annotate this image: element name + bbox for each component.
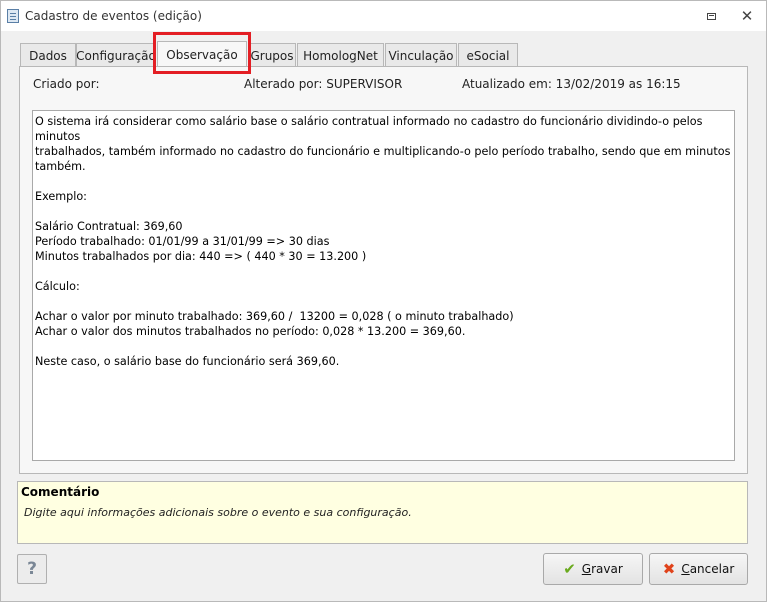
cancel-button[interactable]: ✖ Cancelar bbox=[649, 553, 748, 585]
created-by-label: Criado por: bbox=[33, 77, 100, 91]
observation-line: Exemplo: bbox=[35, 190, 87, 203]
restore-icon bbox=[706, 13, 716, 20]
cancel-x-icon: ✖ bbox=[662, 560, 676, 578]
tab-homolognet[interactable]: HomologNet bbox=[297, 43, 384, 67]
comment-title: Comentário bbox=[21, 485, 100, 499]
tab-observacao[interactable]: Observação bbox=[157, 41, 247, 68]
observation-line: Cálculo: bbox=[35, 280, 80, 293]
save-label: Gravar bbox=[581, 562, 623, 576]
restore-button[interactable] bbox=[701, 7, 721, 25]
observation-line: Neste caso, o salário base do funcionári… bbox=[35, 355, 340, 368]
observation-line bbox=[35, 264, 732, 279]
tab-vinculacao[interactable]: Vinculação bbox=[385, 43, 457, 67]
observation-line: O sistema irá considerar como salário ba… bbox=[35, 115, 707, 143]
observation-line: Minutos trabalhados por dia: 440 => ( 44… bbox=[35, 250, 367, 263]
title-bar: Cadastro de eventos (edição) ✕ bbox=[1, 1, 766, 31]
tab-grupos[interactable]: Grupos bbox=[248, 43, 296, 67]
observation-line: Salário Contratual: 369,60 bbox=[35, 220, 183, 233]
save-button[interactable]: ✔ Gravar bbox=[543, 553, 643, 585]
observation-line bbox=[35, 294, 732, 309]
observation-line bbox=[35, 204, 732, 219]
check-icon: ✔ bbox=[563, 560, 576, 578]
window-title: Cadastro de eventos (edição) bbox=[25, 9, 202, 23]
observation-line: Achar o valor por minuto trabalhado: 369… bbox=[35, 310, 514, 323]
observation-line bbox=[35, 339, 732, 354]
observation-textarea[interactable]: O sistema irá considerar como salário ba… bbox=[32, 110, 735, 461]
observation-line: também. bbox=[35, 160, 86, 173]
form-icon bbox=[7, 9, 19, 23]
tab-configuracao[interactable]: Configuração bbox=[76, 43, 156, 67]
comment-box: Comentário Digite aqui informações adici… bbox=[17, 481, 748, 544]
observacao-panel: Criado por: Alterado por: SUPERVISOR Atu… bbox=[19, 66, 748, 474]
updated-at-label: Atualizado em: 13/02/2019 as 16:15 bbox=[462, 77, 681, 91]
close-icon[interactable]: ✕ bbox=[737, 7, 757, 25]
comment-text: Digite aqui informações adicionais sobre… bbox=[24, 506, 412, 519]
help-button[interactable]: ? bbox=[17, 554, 47, 584]
observation-line bbox=[35, 174, 732, 189]
tab-dados[interactable]: Dados bbox=[20, 43, 76, 67]
observation-line: trabalhados, também informado no cadastr… bbox=[35, 145, 731, 158]
observation-line: Achar o valor dos minutos trabalhados no… bbox=[35, 325, 466, 338]
cancel-label: Cancelar bbox=[681, 562, 735, 576]
observation-line: Período trabalhado: 01/01/99 a 31/01/99 … bbox=[35, 235, 330, 248]
altered-by-label: Alterado por: SUPERVISOR bbox=[244, 77, 403, 91]
dialog-window: Cadastro de eventos (edição) ✕ Dados Con… bbox=[0, 0, 767, 602]
tab-esocial[interactable]: eSocial bbox=[458, 43, 518, 67]
